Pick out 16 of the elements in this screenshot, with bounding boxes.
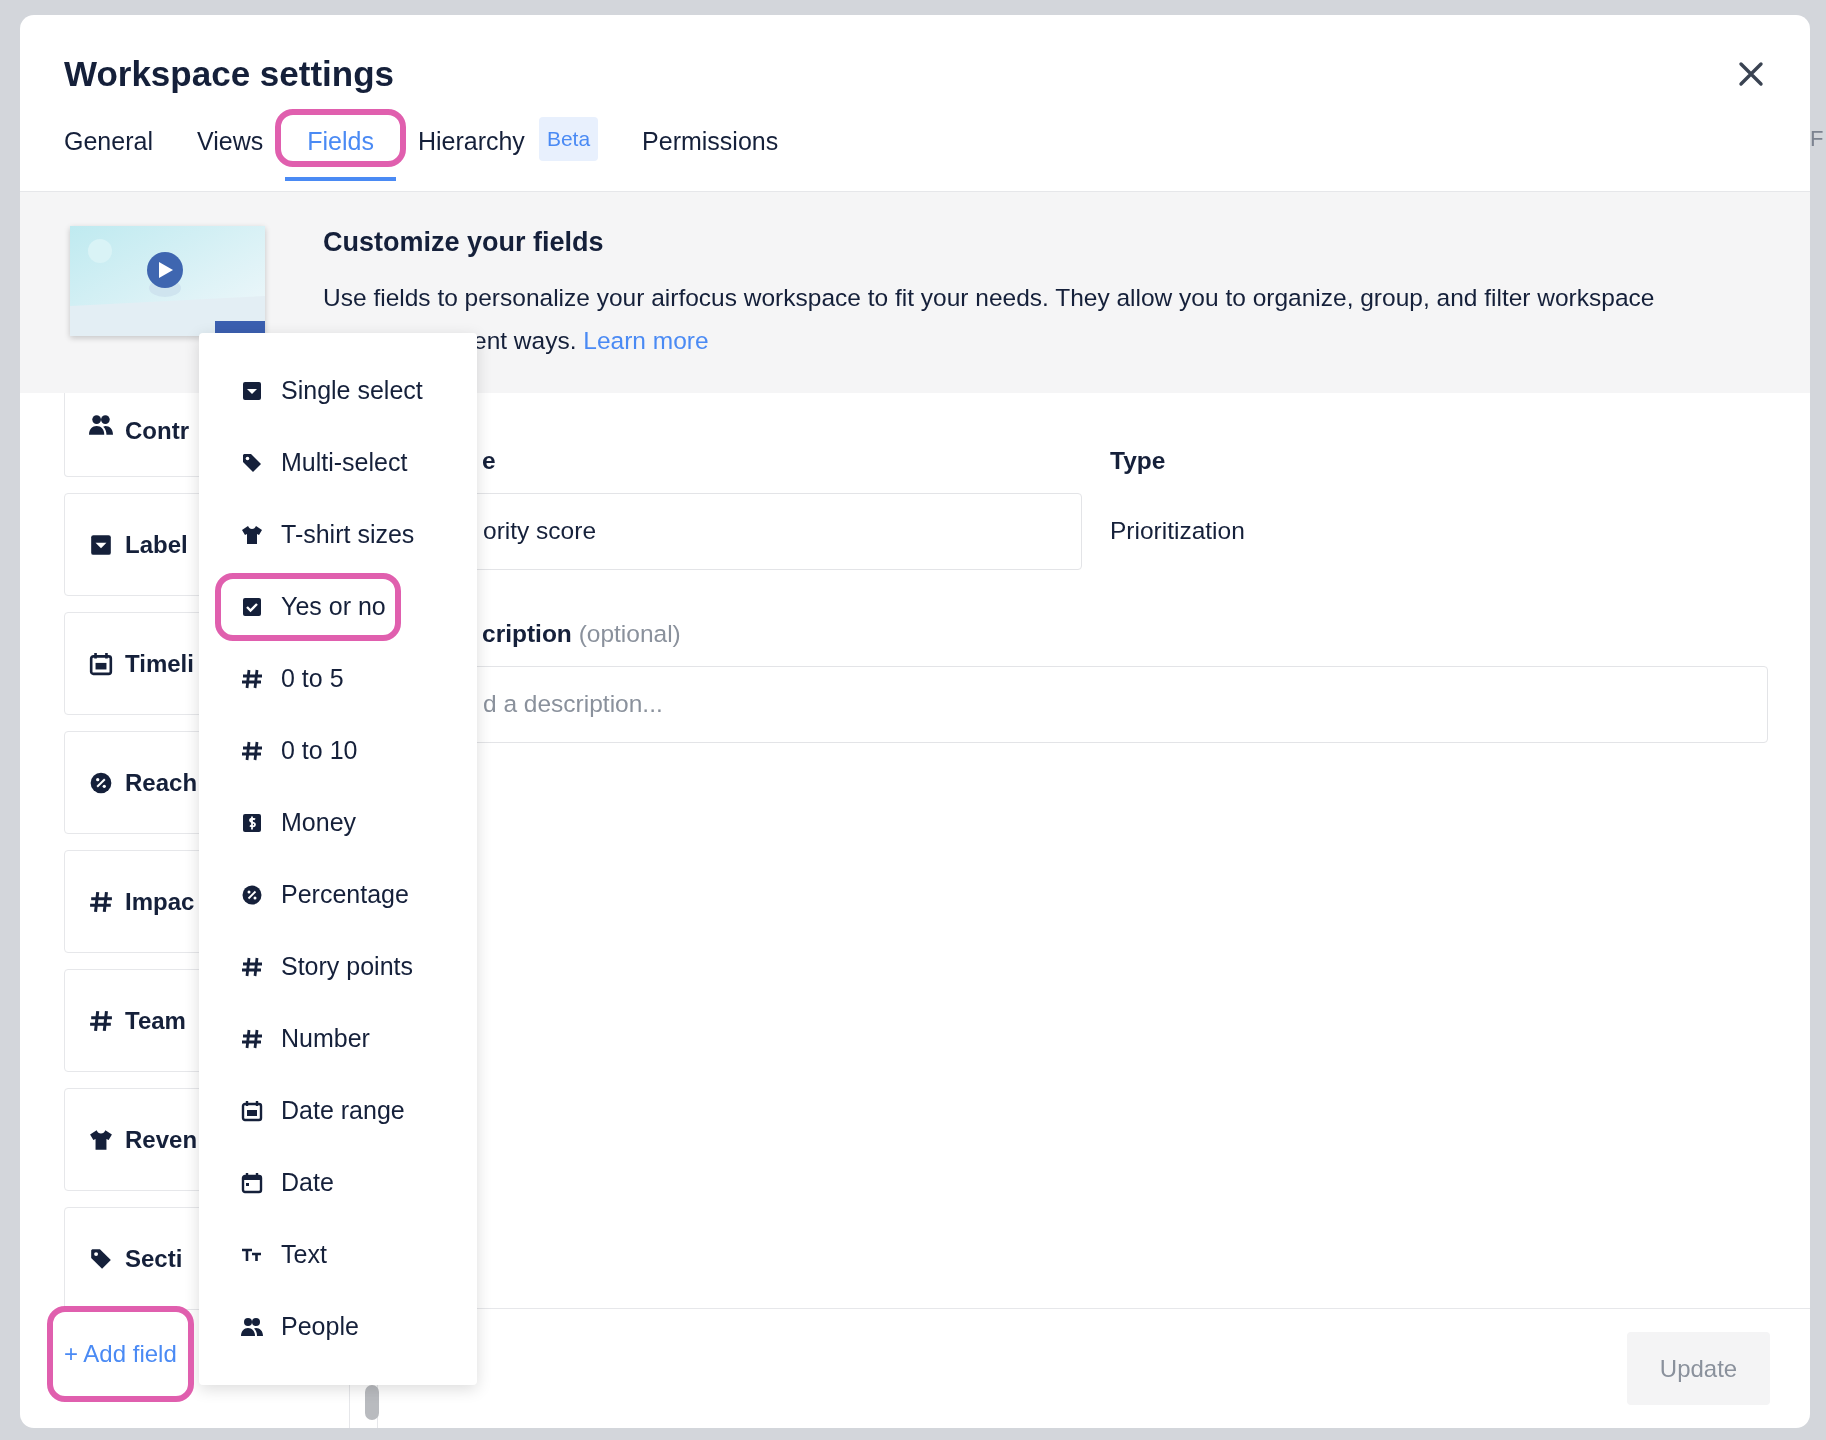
beta-badge: Beta: [538, 117, 599, 161]
field-name: Contr: [125, 416, 189, 446]
field-name: Label: [125, 529, 188, 560]
type-value: Prioritization: [1110, 516, 1245, 547]
field-name: Impac: [125, 886, 195, 917]
field-name: Team: [125, 1005, 186, 1036]
field-name: Reven: [125, 1124, 198, 1155]
field-name: Reach: [125, 767, 198, 798]
field-label: Type: [1110, 446, 1167, 476]
section-heading: Customize your fields: [323, 226, 605, 259]
field-label: cription (optional): [481, 619, 682, 649]
field-name: Timeli: [125, 648, 194, 679]
dialog-title: Workspace settings: [64, 53, 395, 95]
field-name: Secti: [125, 1243, 183, 1274]
background-text: F: [1810, 126, 1824, 151]
description-text: Use fields to personalize your airfocus workspace to fit your needs. They allow you to organize, group, and filter workspace: [323, 283, 1655, 314]
